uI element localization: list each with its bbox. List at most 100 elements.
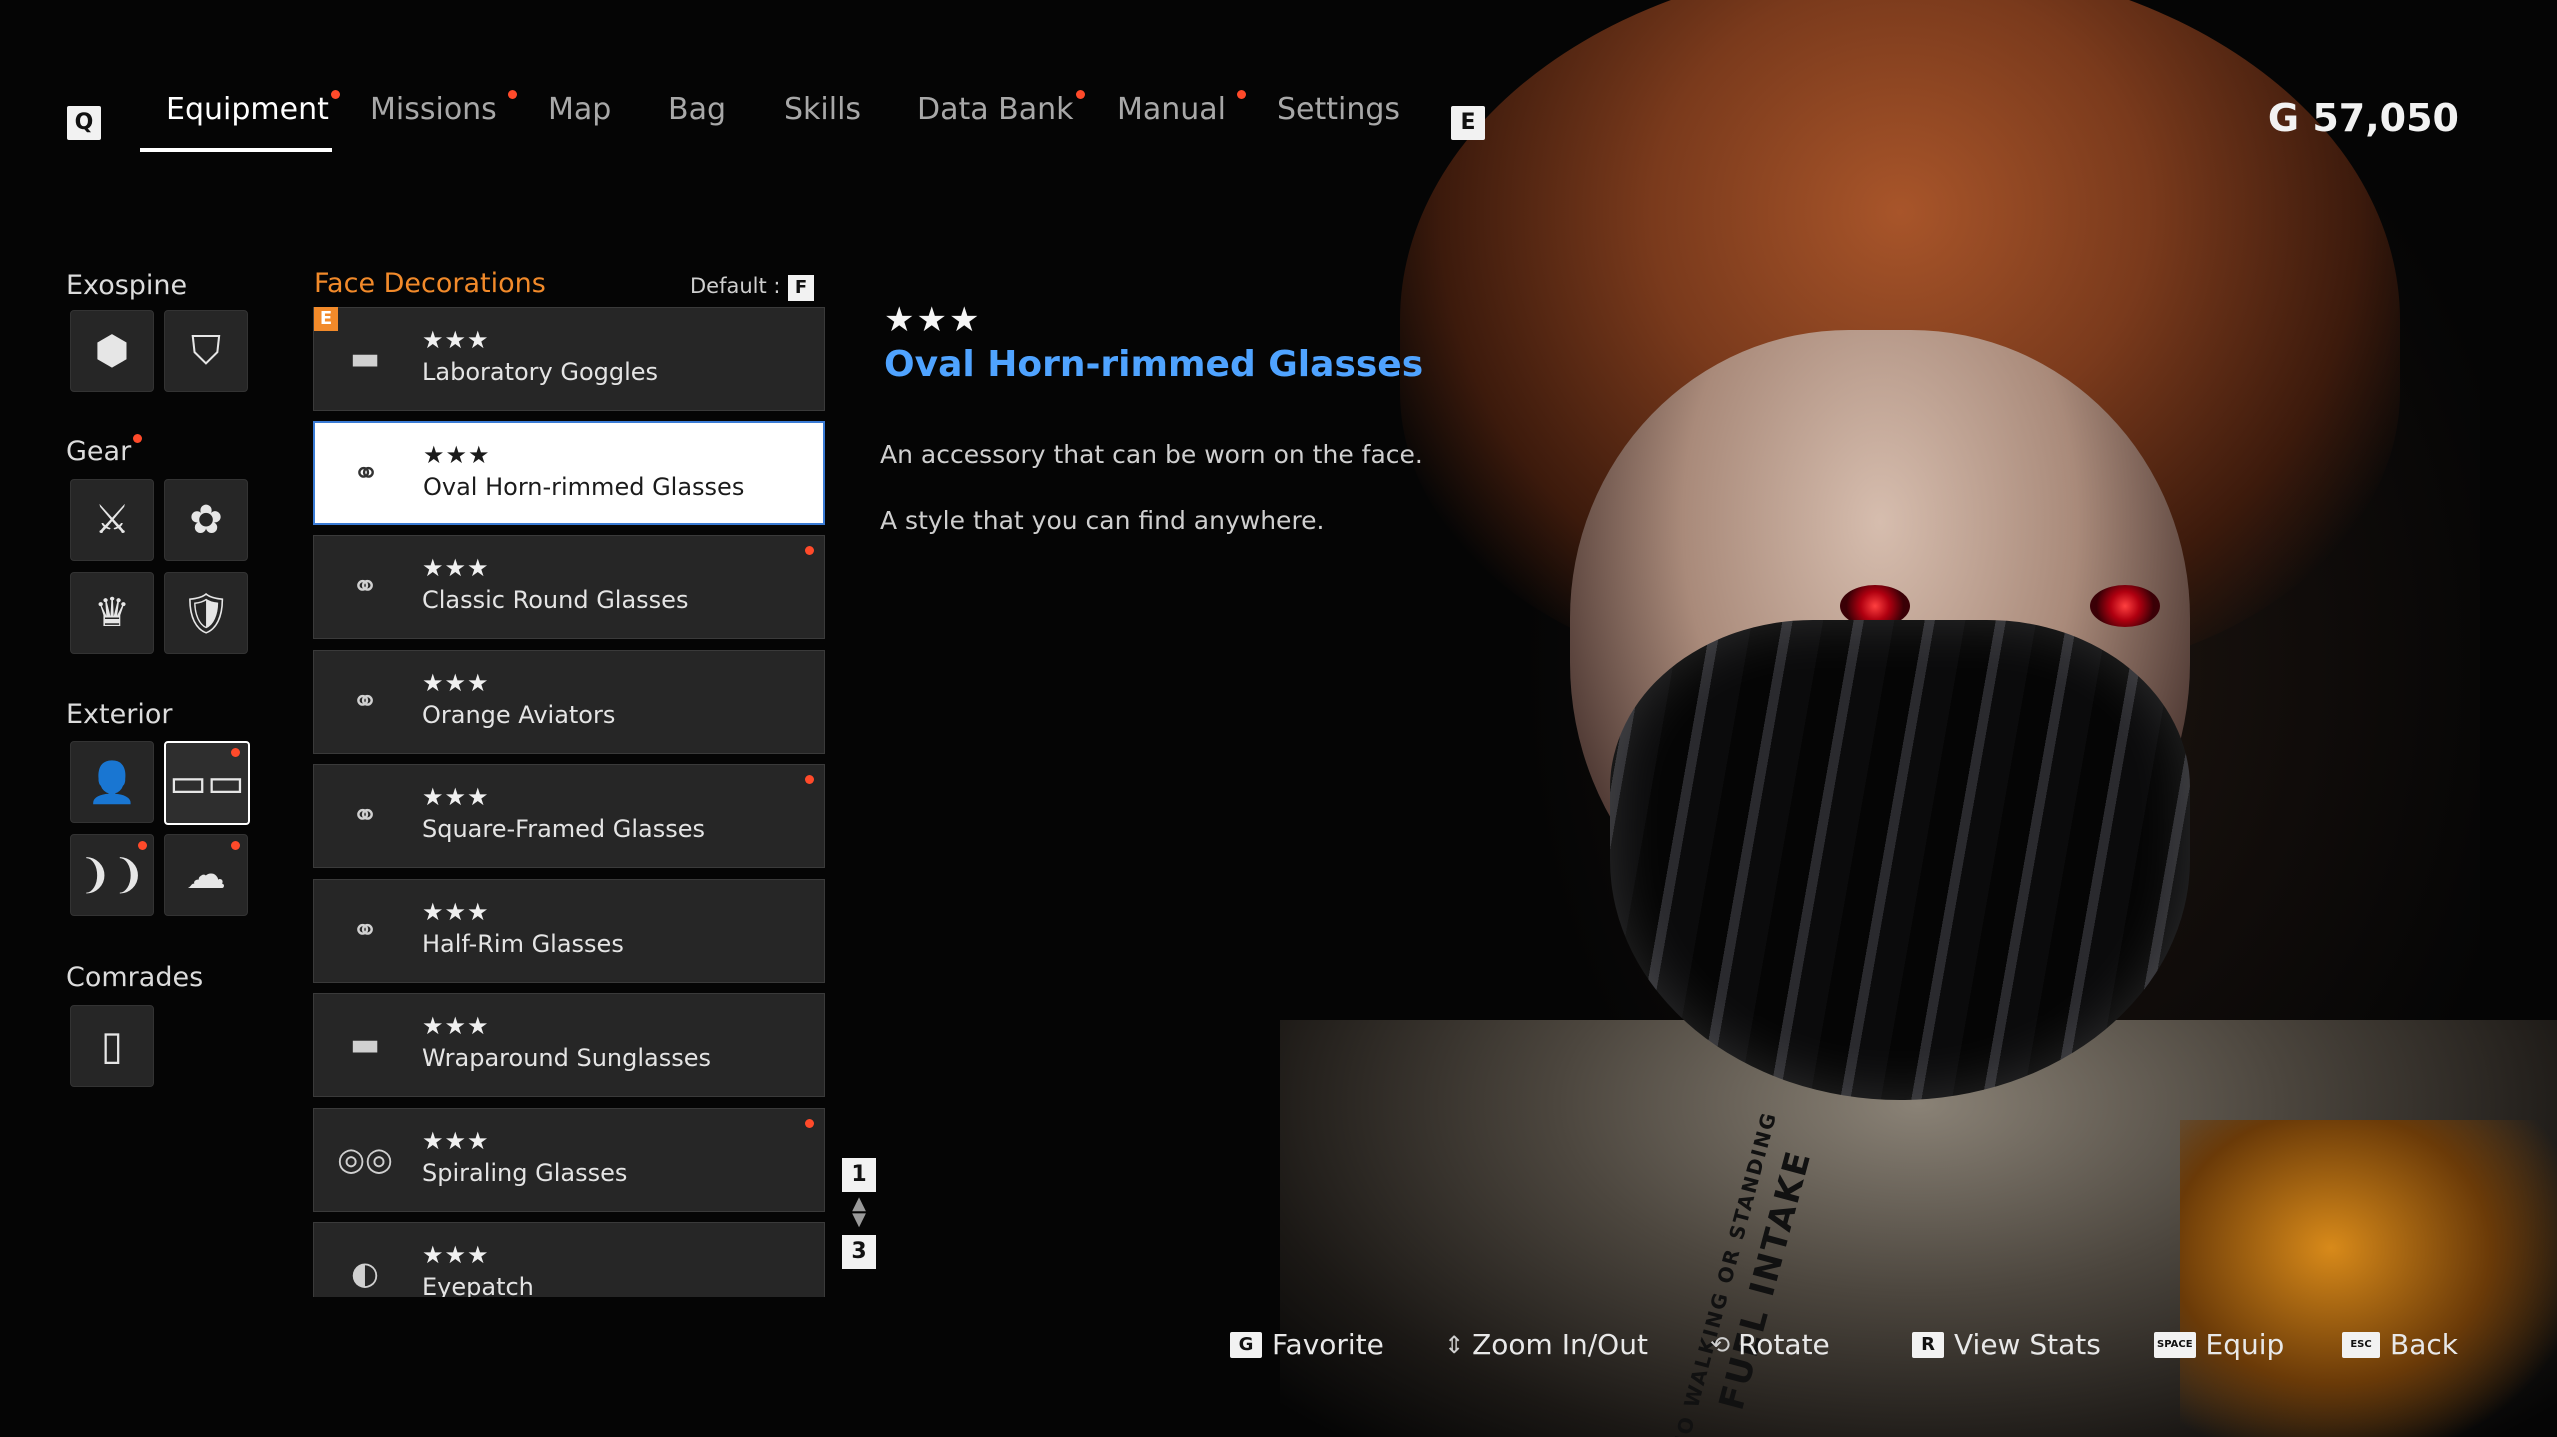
default-sort-label: Default :	[690, 274, 781, 298]
detail-rarity-stars: ★★★	[884, 300, 982, 340]
key-space: SPACE	[2154, 1331, 2196, 1358]
glasses-icon: ▭▭	[169, 760, 245, 806]
drone-icon: ▯	[100, 1023, 123, 1069]
key-g: G	[1230, 1331, 1262, 1358]
glasses-icon: ⚭	[351, 567, 379, 605]
item-stars: ★★★	[422, 1241, 490, 1269]
new-item-dot	[805, 546, 814, 555]
list-item-classic-round-glasses[interactable]: ⚭ ★★★ Classic Round Glasses	[313, 535, 825, 639]
crown-emblem-icon: ♛	[94, 590, 130, 636]
key-r: R	[1912, 1331, 1944, 1358]
detail-description-line-1: An accessory that can be worn on the fac…	[880, 440, 1423, 469]
hint-label: Rotate	[1738, 1328, 1830, 1361]
exospine-slot-2[interactable]: ⛉	[164, 310, 248, 392]
item-name: Spiraling Glasses	[422, 1159, 628, 1187]
notify-dot-missions	[508, 90, 517, 99]
dagger-shield-icon: 🛡	[180, 590, 232, 637]
item-stars: ★★★	[422, 326, 490, 354]
tab-missions[interactable]: Missions	[370, 92, 497, 127]
notify-dot-data-bank	[1076, 90, 1085, 99]
page-up-key[interactable]: 1	[842, 1158, 876, 1192]
list-title: Face Decorations	[314, 268, 546, 299]
hint-label: Equip	[2205, 1328, 2285, 1361]
mouse-scroll-icon: ⇕	[1444, 1330, 1465, 1359]
hexagon-emblem-icon: ⬢	[94, 328, 130, 374]
list-item-eyepatch[interactable]: ◐ ★★★ Eyepatch	[313, 1222, 825, 1297]
item-name: Eyepatch	[422, 1273, 534, 1297]
item-name: Orange Aviators	[422, 701, 616, 729]
page-scroll-arrows-icon: ▲ ▼	[852, 1193, 866, 1230]
currency-icon: G	[2267, 96, 2300, 140]
key-esc: ESC	[2342, 1331, 2380, 1358]
tab-equipment[interactable]: Equipment	[166, 92, 329, 127]
hint-rotate[interactable]: ⟲ Rotate	[1710, 1328, 1830, 1361]
aviators-icon: ⚭	[351, 682, 379, 720]
hint-view-stats[interactable]: R View Stats	[1912, 1328, 2101, 1361]
prev-tab-key[interactable]: Q	[67, 106, 101, 140]
hint-equip[interactable]: SPACE Equip	[2154, 1328, 2284, 1361]
shield-emblem-icon: ⛉	[191, 328, 221, 374]
tab-manual[interactable]: Manual	[1117, 92, 1226, 127]
new-item-dot	[805, 1119, 814, 1128]
hint-back[interactable]: ESC Back	[2342, 1328, 2458, 1361]
item-name: Oval Horn-rimmed Glasses	[423, 473, 745, 501]
comrades-slot-1[interactable]: ▯	[70, 1005, 154, 1087]
character-mask	[1610, 620, 2190, 1100]
eyepatch-icon: ◐	[351, 1254, 379, 1292]
item-stars: ★★★	[422, 898, 490, 926]
glasses-icon: ⚭	[351, 911, 379, 949]
tab-data-bank[interactable]: Data Bank	[917, 92, 1074, 127]
hair-icon: ☁	[186, 852, 226, 898]
detail-item-title: Oval Horn-rimmed Glasses	[884, 344, 1424, 385]
item-name: Square-Framed Glasses	[422, 815, 706, 843]
notify-dot-hair	[231, 841, 240, 850]
category-gear-label: Gear	[66, 436, 132, 467]
item-stars: ★★★	[422, 554, 490, 582]
list-item-half-rim-glasses[interactable]: ⚭ ★★★ Half-Rim Glasses	[313, 879, 825, 983]
currency-amount: 57,050	[2312, 96, 2459, 140]
hint-zoom[interactable]: ⇕ Zoom In/Out	[1444, 1328, 1648, 1361]
face-decorations-list[interactable]: ▬ ★★★ Laboratory Goggles ⚭ ★★★ Oval Horn…	[313, 307, 827, 1297]
hint-favorite[interactable]: G Favorite	[1230, 1328, 1384, 1361]
detail-description-line-2: A style that you can find anywhere.	[880, 506, 1325, 535]
list-item-laboratory-goggles[interactable]: ▬ ★★★ Laboratory Goggles	[313, 307, 825, 411]
hint-label: Back	[2390, 1328, 2458, 1361]
outfit-icon: 👤	[87, 759, 137, 806]
hint-label: Favorite	[1272, 1328, 1384, 1361]
item-stars: ★★★	[422, 1012, 490, 1040]
gear-slot-3[interactable]: ♛	[70, 572, 154, 654]
default-sort-key[interactable]: F	[788, 275, 814, 301]
gear-slot-1[interactable]: ⚔	[70, 479, 154, 561]
hint-label: Zoom In/Out	[1472, 1328, 1648, 1361]
currency-display: G 57,050	[2268, 96, 2459, 140]
category-exterior-label: Exterior	[66, 699, 173, 730]
glasses-icon: ⚭	[351, 796, 379, 834]
spiral-glasses-icon: ◎◎	[337, 1140, 393, 1178]
tab-bag[interactable]: Bag	[668, 92, 726, 127]
list-item-spiraling-glasses[interactable]: ◎◎ ★★★ Spiraling Glasses	[313, 1108, 825, 1212]
glasses-icon: ⚭	[352, 454, 380, 492]
list-item-oval-horn-rimmed-glasses[interactable]: ⚭ ★★★ Oval Horn-rimmed Glasses	[313, 421, 825, 525]
tab-skills[interactable]: Skills	[784, 92, 861, 127]
exterior-slot-outfit[interactable]: 👤	[70, 741, 154, 823]
item-stars: ★★★	[422, 783, 490, 811]
list-item-orange-aviators[interactable]: ⚭ ★★★ Orange Aviators	[313, 650, 825, 754]
sword-emblem-icon: ⚔	[94, 497, 130, 543]
tab-map[interactable]: Map	[548, 92, 611, 127]
category-comrades-label: Comrades	[66, 962, 204, 993]
next-tab-key[interactable]: E	[1451, 106, 1485, 140]
tab-settings[interactable]: Settings	[1277, 92, 1400, 127]
notify-dot-equipment	[331, 90, 340, 99]
character-eye-right	[2090, 585, 2160, 627]
earring-icon: ❩❩	[78, 852, 146, 898]
exospine-slot-1[interactable]: ⬢	[70, 310, 154, 392]
character-portrait[interactable]: FUEL INTAKE NO WALKING OR STANDING	[1280, 0, 2557, 1437]
gear-slot-2[interactable]: ✿	[164, 479, 248, 561]
flower-emblem-icon: ✿	[189, 497, 223, 543]
list-item-wraparound-sunglasses[interactable]: ▬ ★★★ Wraparound Sunglasses	[313, 993, 825, 1097]
item-name: Wraparound Sunglasses	[422, 1044, 712, 1072]
gear-slot-4[interactable]: 🛡	[164, 572, 248, 654]
item-name: Classic Round Glasses	[422, 586, 689, 614]
page-down-key[interactable]: 3	[842, 1235, 876, 1269]
list-item-square-framed-glasses[interactable]: ⚭ ★★★ Square-Framed Glasses	[313, 764, 825, 868]
